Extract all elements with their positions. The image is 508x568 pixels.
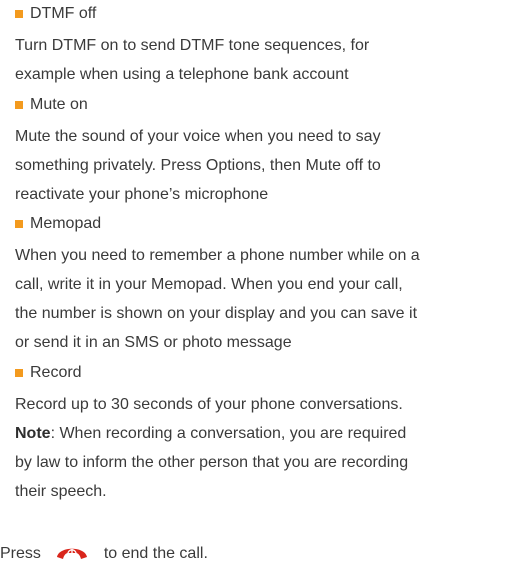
- note-line: : When recording a conversation, you are…: [50, 425, 407, 442]
- footer-instruction: Press to end the call.: [0, 542, 208, 566]
- description-line: Turn DTMF on to send DTMF tone sequences…: [15, 37, 370, 54]
- note-line: their speech.: [15, 483, 107, 500]
- item-description: Record up to 30 seconds of your phone co…: [15, 390, 505, 506]
- bullet-icon: [15, 220, 23, 228]
- description-line: the number is shown on your display and …: [15, 305, 418, 322]
- description-line: call, write it in your Memopad. When you…: [15, 276, 403, 293]
- description-line: reactivate your phone’s microphone: [15, 186, 269, 203]
- item-title-text: Mute on: [30, 96, 88, 113]
- bullet-icon: [15, 101, 23, 109]
- bullet-icon: [15, 369, 23, 377]
- description-line: Mute the sound of your voice when you ne…: [15, 128, 381, 145]
- footer-suffix: to end the call.: [103, 545, 208, 562]
- item-description: Turn DTMF on to send DTMF tone sequences…: [15, 31, 505, 89]
- item-title-text: Memopad: [30, 215, 102, 232]
- note-line: by law to inform the other person that y…: [15, 454, 409, 471]
- item-description: When you need to remember a phone number…: [15, 241, 505, 357]
- footer-prefix: Press: [0, 545, 41, 562]
- item-title-text: DTMF off: [30, 5, 97, 22]
- note-label: Note: [15, 425, 51, 442]
- bullet-icon: [15, 10, 23, 18]
- item-description: Mute the sound of your voice when you ne…: [15, 122, 505, 209]
- description-line: or send it in an SMS or photo message: [15, 334, 292, 351]
- end-call-icon: [57, 548, 88, 559]
- description-line: When you need to remember a phone number…: [15, 247, 420, 264]
- description-line: Record up to 30 seconds of your phone co…: [15, 396, 403, 413]
- description-line: example when using a telephone bank acco…: [15, 66, 349, 83]
- description-line: something privately. Press Options, then…: [15, 157, 381, 174]
- item-title-text: Record: [30, 364, 82, 381]
